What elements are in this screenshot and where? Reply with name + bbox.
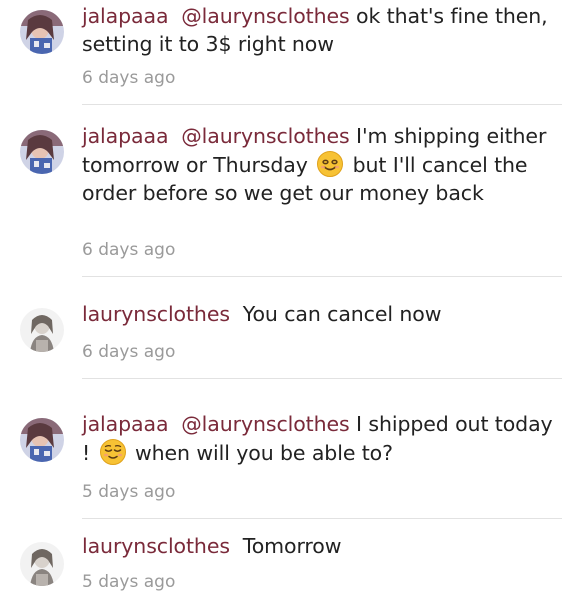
comment-timestamp: 6 days ago bbox=[82, 240, 176, 260]
avatar[interactable] bbox=[20, 130, 64, 174]
comment-timestamp: 6 days ago bbox=[82, 342, 176, 362]
avatar[interactable] bbox=[20, 542, 64, 586]
comment-text: jalapaaa @laurynsclothes ok that's fine … bbox=[82, 2, 562, 58]
comment-text: jalapaaa @laurynsclothes I'm shipping ei… bbox=[82, 122, 562, 207]
avatar[interactable] bbox=[20, 418, 64, 462]
user-photo-icon bbox=[20, 308, 64, 352]
comment-text: laurynsclothes Tomorrow bbox=[82, 532, 562, 560]
comment-divider bbox=[82, 276, 562, 277]
comment-username[interactable]: jalapaaa bbox=[82, 124, 169, 148]
comment-message: Tomorrow bbox=[242, 534, 342, 558]
comment-text: laurynsclothes You can cancel now bbox=[82, 300, 562, 328]
user-photo-icon bbox=[20, 418, 64, 462]
comment-mention[interactable]: @laurynsclothes bbox=[181, 4, 349, 28]
comment-message: when will you be able to? bbox=[134, 441, 393, 465]
smiling-face-emoji-icon bbox=[316, 150, 344, 178]
avatar[interactable] bbox=[20, 10, 64, 54]
comment-mention[interactable]: @laurynsclothes bbox=[181, 124, 349, 148]
comment-username[interactable]: laurynsclothes bbox=[82, 302, 230, 326]
comment-divider bbox=[82, 518, 562, 519]
comment-timestamp: 6 days ago bbox=[82, 68, 176, 88]
comment-username[interactable]: jalapaaa bbox=[82, 412, 169, 436]
comment-timestamp: 5 days ago bbox=[82, 482, 176, 502]
avatar[interactable] bbox=[20, 308, 64, 352]
user-photo-icon bbox=[20, 130, 64, 174]
comment-timestamp: 5 days ago bbox=[82, 572, 176, 592]
comment-divider bbox=[82, 378, 562, 379]
comment-username[interactable]: laurynsclothes bbox=[82, 534, 230, 558]
comment-username[interactable]: jalapaaa bbox=[82, 4, 169, 28]
comment-message: You can cancel now bbox=[242, 302, 442, 326]
user-photo-icon bbox=[20, 10, 64, 54]
relieved-face-emoji-icon bbox=[99, 438, 127, 466]
user-photo-icon bbox=[20, 542, 64, 586]
comment-divider bbox=[82, 104, 562, 105]
comment-mention[interactable]: @laurynsclothes bbox=[181, 412, 349, 436]
comment-text: jalapaaa @laurynsclothes I shipped out t… bbox=[82, 410, 562, 467]
